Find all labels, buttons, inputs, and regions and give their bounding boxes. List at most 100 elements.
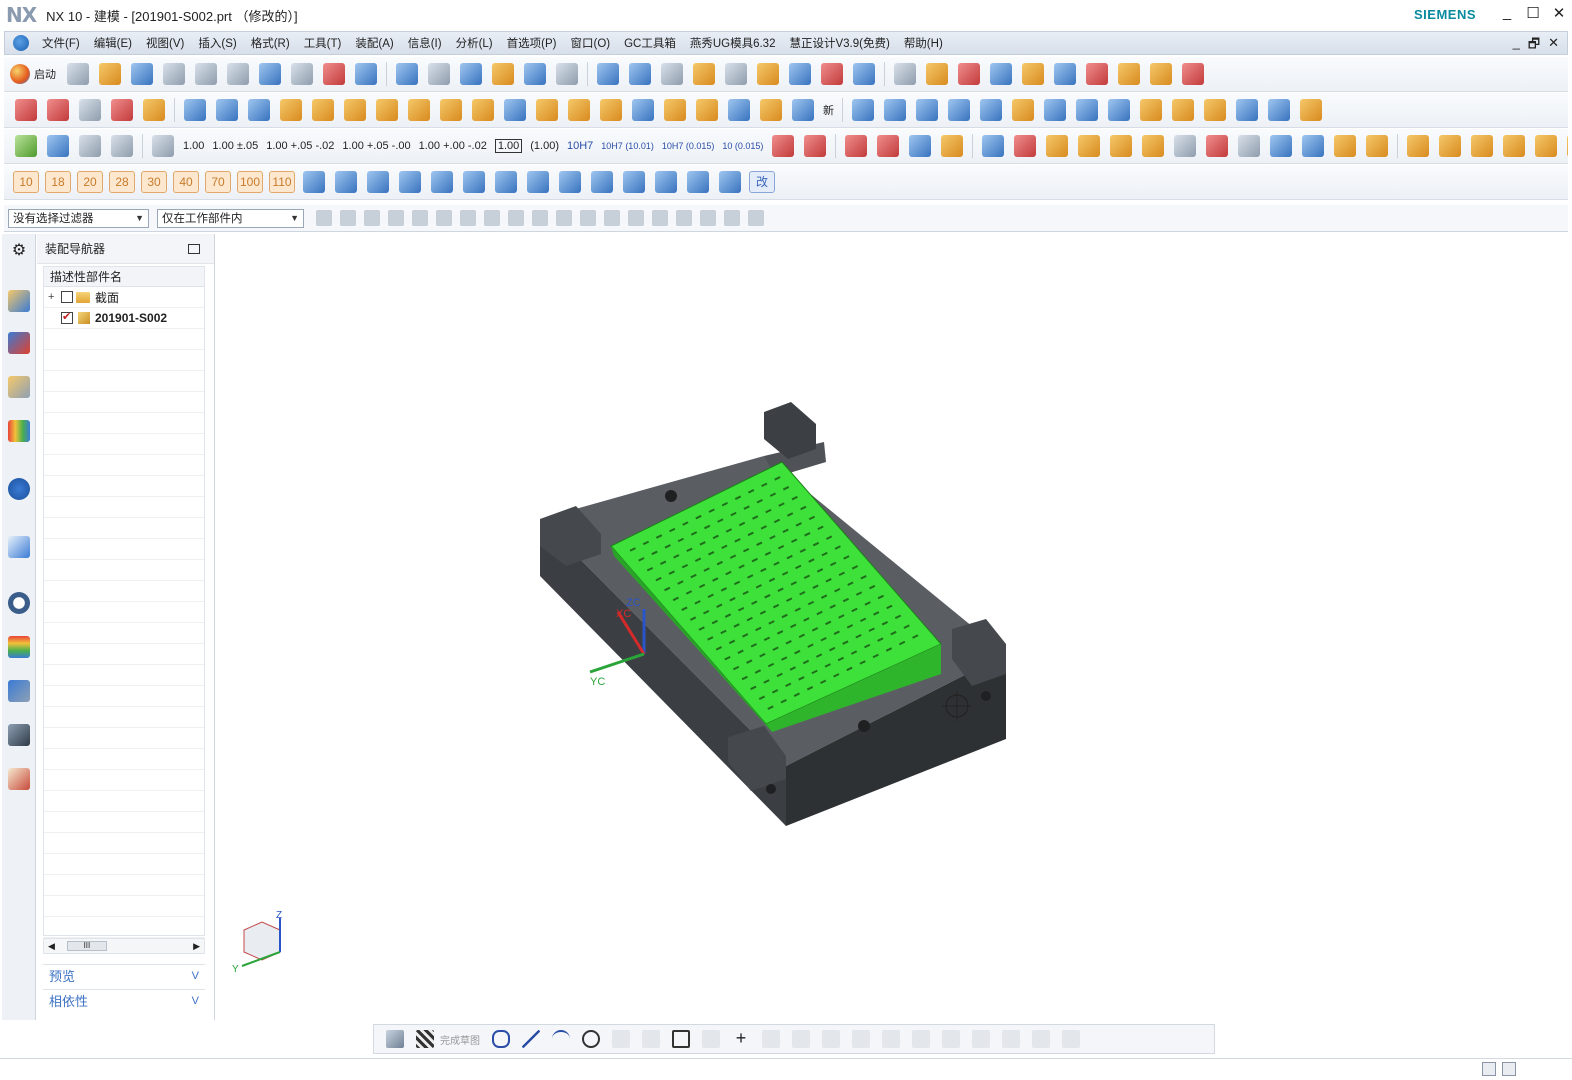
filter-icon[interactable]: [1046, 135, 1069, 157]
radius-leader-icon[interactable]: [804, 135, 827, 157]
profile-d-icon[interactable]: [399, 171, 421, 193]
mold-base-icon[interactable]: [958, 63, 980, 85]
open-folder-icon[interactable]: [99, 63, 121, 85]
extend-icon[interactable]: [822, 1030, 840, 1048]
dependency-section[interactable]: 相依性 V: [43, 989, 205, 1011]
menu-assembly[interactable]: 装配(A): [348, 35, 400, 51]
model-view[interactable]: ZC XC YC: [216, 234, 1568, 1020]
arc-center-icon[interactable]: [628, 210, 644, 226]
bolt-icon[interactable]: [884, 99, 906, 121]
return-icon[interactable]: [909, 135, 932, 157]
grid-lines-icon[interactable]: [1268, 99, 1290, 121]
select-feature-icon[interactable]: [340, 210, 356, 226]
column-icon[interactable]: [472, 99, 494, 121]
profile-b-icon[interactable]: [335, 171, 357, 193]
menu-view[interactable]: 视图(V): [139, 35, 191, 51]
scope-filter-dropdown[interactable]: 仅在工作部件内 ▼: [157, 208, 304, 228]
pipe-icon[interactable]: [728, 99, 750, 121]
bounded-grid-icon[interactable]: [748, 210, 764, 226]
update-model-icon[interactable]: [1062, 1030, 1080, 1048]
h-beam-icon[interactable]: [1300, 99, 1322, 121]
box-solid-icon[interactable]: [1174, 135, 1197, 157]
polygon-icon[interactable]: [702, 1030, 720, 1048]
dim-sym-tol[interactable]: 1.00 ±.05: [212, 140, 258, 152]
cube-view-icon[interactable]: [460, 63, 482, 85]
cylinder-icon[interactable]: [696, 99, 718, 121]
ejector-icon[interactable]: [1118, 63, 1140, 85]
full-screen-icon[interactable]: [1502, 1062, 1516, 1076]
background-icon[interactable]: [556, 63, 578, 85]
profile-g-icon[interactable]: [495, 171, 517, 193]
square-icon[interactable]: [1076, 99, 1098, 121]
dim-reference[interactable]: (1.00): [530, 140, 559, 152]
cut-icon[interactable]: [163, 63, 185, 85]
pin-icon[interactable]: [280, 99, 302, 121]
doc-restore-button[interactable]: 🗗: [1528, 35, 1540, 57]
select-all-icon[interactable]: [412, 210, 428, 226]
make-corner-icon[interactable]: [852, 1030, 870, 1048]
menu-file[interactable]: 文件(F): [35, 35, 87, 51]
person-icon[interactable]: [1270, 135, 1293, 157]
constraint-navigator-icon[interactable]: [8, 332, 30, 354]
palette-icon[interactable]: [757, 63, 779, 85]
scroll-right-icon[interactable]: ▶: [193, 941, 200, 952]
edge-icon[interactable]: [111, 135, 133, 157]
double-tube-icon[interactable]: [568, 99, 590, 121]
move-object-icon[interactable]: [597, 63, 619, 85]
hatch-icon[interactable]: [1236, 99, 1258, 121]
add-select-icon[interactable]: [364, 210, 380, 226]
menu-info[interactable]: 信息(I): [401, 35, 449, 51]
diameter-icon[interactable]: [845, 135, 868, 157]
profile-n-icon[interactable]: [719, 171, 741, 193]
box-icon[interactable]: [1044, 99, 1066, 121]
size-30-button[interactable]: 30: [141, 171, 167, 193]
fit-view-icon[interactable]: [396, 63, 418, 85]
sheet-icon[interactable]: [1142, 135, 1165, 157]
assembly-navigator-icon[interactable]: [8, 290, 30, 312]
profile-h-icon[interactable]: [527, 171, 549, 193]
guide-pin-icon[interactable]: [1012, 99, 1034, 121]
arc-icon[interactable]: [552, 1030, 570, 1048]
profile-e-icon[interactable]: [431, 171, 453, 193]
intersection-icon[interactable]: [604, 210, 620, 226]
menu-analysis[interactable]: 分析(L): [449, 35, 500, 51]
arch-icon[interactable]: [1567, 135, 1568, 157]
info-icon[interactable]: [355, 63, 377, 85]
control-point-icon[interactable]: [580, 210, 596, 226]
wire-cube-icon[interactable]: [1238, 135, 1261, 157]
wave-link-icon[interactable]: [111, 99, 133, 121]
mesh-icon[interactable]: [1535, 135, 1558, 157]
offset-curve-icon[interactable]: [762, 1030, 780, 1048]
locate-ring-icon[interactable]: [980, 99, 1002, 121]
preview-section[interactable]: 预览 V: [43, 964, 205, 986]
close-button[interactable]: ✕: [1552, 4, 1566, 22]
circle-icon[interactable]: [582, 1030, 600, 1048]
sketch-icon[interactable]: [894, 63, 916, 85]
slider-icon[interactable]: [632, 99, 654, 121]
new-file-icon[interactable]: [67, 63, 89, 85]
constraint-icon[interactable]: [912, 1030, 930, 1048]
subtract-icon[interactable]: [79, 99, 101, 121]
core-cavity-icon[interactable]: [990, 63, 1012, 85]
profile-icon[interactable]: [492, 1030, 510, 1048]
layer-settings-icon[interactable]: [661, 63, 683, 85]
bom-icon[interactable]: [1366, 135, 1389, 157]
type-filter-dropdown[interactable]: 没有选择过滤器 ▼: [8, 208, 149, 228]
measure-length-icon[interactable]: [853, 63, 875, 85]
hd3d-tools-icon[interactable]: [8, 478, 30, 500]
surface-icon[interactable]: [1054, 63, 1076, 85]
radius-dim-icon[interactable]: [772, 135, 795, 157]
column-header[interactable]: 描述性部件名: [44, 267, 204, 287]
tree-row-part[interactable]: 201901-S002: [44, 308, 204, 329]
settings-gear-icon[interactable]: ⚙: [8, 240, 30, 262]
paste-icon[interactable]: [227, 63, 249, 85]
profile-c-icon[interactable]: [367, 171, 389, 193]
tube-icon[interactable]: [536, 99, 558, 121]
size-18-button[interactable]: 18: [45, 171, 71, 193]
point-on-curve-icon[interactable]: [700, 210, 716, 226]
end-point-icon[interactable]: [532, 210, 548, 226]
start-button[interactable]: 启动: [10, 64, 56, 84]
connector-icon[interactable]: [1204, 99, 1226, 121]
dimension-box-icon[interactable]: [942, 1030, 960, 1048]
rectangle-icon[interactable]: [672, 1030, 690, 1048]
